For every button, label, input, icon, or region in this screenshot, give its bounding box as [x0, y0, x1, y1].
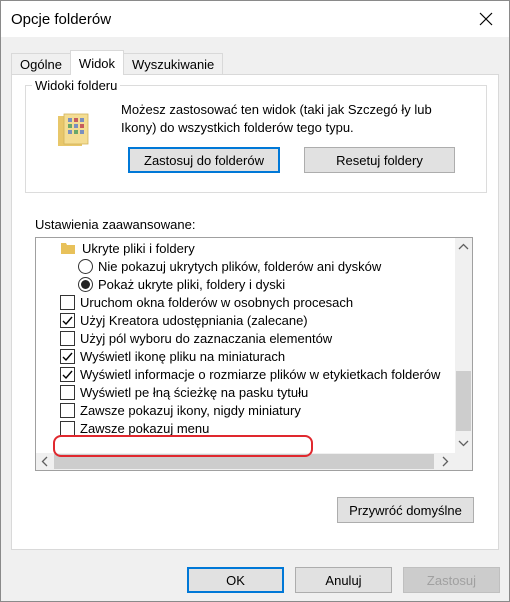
list-item-label: Uruchom okna folderów w osobnych procesa…: [80, 294, 354, 310]
checkbox[interactable]: [60, 348, 75, 364]
list-item[interactable]: Uruchom okna folderów w osobnych procesa…: [60, 293, 353, 311]
tab-general[interactable]: Ogólne: [11, 53, 71, 75]
vertical-scrollbar[interactable]: [455, 238, 472, 453]
cancel-button[interactable]: Anuluj: [295, 567, 392, 593]
list-item-label: Zawsze pokazuj ikony, nigdy miniatury: [80, 402, 301, 418]
list-item-label: Użyj Kreatora udostępniania (zalecane): [80, 312, 308, 328]
folder-views-desc-line2: Ikony) do wszystkich folderów tego typu.: [121, 120, 354, 135]
list-item[interactable]: Użyj pól wyboru do zaznaczania elementów: [60, 329, 332, 347]
list-item[interactable]: Zawsze pokazuj ikony, nigdy miniatury: [60, 401, 301, 419]
vertical-scroll-thumb[interactable]: [456, 371, 471, 431]
checkmark-icon: [62, 316, 73, 325]
folder-options-dialog: Opcje folderów Ogólne Widok Wyszukiwanie…: [0, 0, 510, 602]
advanced-settings-label: Ustawienia zaawansowane:: [35, 217, 196, 232]
highlight-annotation: [53, 435, 313, 457]
close-button[interactable]: [463, 1, 509, 37]
list-item: Ukryte pliki i foldery: [60, 239, 195, 257]
folder-views-desc-line1: Możesz zastosować ten widok (taki jak Sz…: [121, 102, 432, 117]
list-item-label: Nie pokazuj ukrytych plików, folderów an…: [98, 258, 382, 274]
radio-button[interactable]: [78, 258, 93, 274]
checkbox[interactable]: [60, 312, 75, 328]
scroll-down-arrow-icon[interactable]: [458, 440, 469, 447]
list-item-label: Wyświetl pe łną ścieżkę na pasku tytułu: [80, 384, 309, 400]
checkbox[interactable]: [60, 384, 75, 400]
list-item[interactable]: Wyświetl pe łną ścieżkę na pasku tytułu: [60, 383, 308, 401]
title-bar: Opcje folderów: [1, 1, 509, 37]
checkbox[interactable]: [60, 330, 75, 346]
list-item-label: Wyświetl ikonę pliku na miniaturach: [80, 348, 286, 364]
checkbox[interactable]: [60, 402, 75, 418]
ok-button[interactable]: OK: [187, 567, 284, 593]
checkmark-icon: [62, 352, 73, 361]
checkbox[interactable]: [60, 420, 75, 436]
checkbox[interactable]: [60, 294, 75, 310]
scroll-right-arrow-icon[interactable]: [442, 456, 449, 467]
scroll-left-arrow-icon[interactable]: [41, 456, 48, 467]
list-item-label: Użyj pól wyboru do zaznaczania elementów: [80, 330, 333, 346]
apply-button[interactable]: Zastosuj: [403, 567, 500, 593]
tab-strip: Ogólne Widok Wyszukiwanie: [11, 50, 224, 75]
restore-defaults-button[interactable]: Przywróć domyślne: [337, 497, 474, 523]
window-title: Opcje folderów: [11, 11, 112, 28]
folder-views-description: Możesz zastosować ten widok (taki jak Sz…: [121, 101, 461, 137]
list-item[interactable]: Użyj Kreatora udostępniania (zalecane): [60, 311, 308, 329]
folder-views-group: Widoki folderu Możesz zastosować ten wid…: [25, 78, 487, 193]
list-item[interactable]: Pokaż ukryte pliki, foldery i dyski: [78, 275, 285, 293]
checkmark-icon: [62, 370, 73, 379]
list-item-label: Ukryte pliki i foldery: [82, 240, 195, 256]
checkbox[interactable]: [60, 366, 75, 382]
scrollbar-corner: [455, 453, 472, 470]
dialog-body: Ogólne Widok Wyszukiwanie Widoki folderu…: [1, 37, 509, 601]
scroll-up-arrow-icon[interactable]: [458, 243, 469, 250]
radio-button[interactable]: [78, 276, 93, 292]
radio-selected-dot: [81, 279, 90, 289]
folder-views-icon: [58, 113, 89, 146]
list-item-label: Pokaż ukryte pliki, foldery i dyski: [98, 276, 286, 292]
list-item[interactable]: Nie pokazuj ukrytych plików, folderów an…: [78, 257, 381, 275]
folder-views-legend: Widoki folderu: [32, 78, 121, 93]
list-item[interactable]: Wyświetl ikonę pliku na miniaturach: [60, 347, 285, 365]
folder-icon: [61, 243, 75, 254]
reset-folders-button[interactable]: Resetuj foldery: [304, 147, 455, 173]
tab-search[interactable]: Wyszukiwanie: [123, 53, 224, 75]
list-item[interactable]: Wyświetl informacje o rozmiarze plików w…: [60, 365, 440, 383]
tab-view[interactable]: Widok: [69, 50, 125, 75]
list-item-label: Zawsze pokazuj menu: [80, 420, 210, 436]
list-item-label: Wyświetl informacje o rozmiarze plików w…: [80, 366, 441, 382]
close-icon: [479, 12, 493, 26]
apply-to-folders-button[interactable]: Zastosuj do folderów: [128, 147, 280, 173]
